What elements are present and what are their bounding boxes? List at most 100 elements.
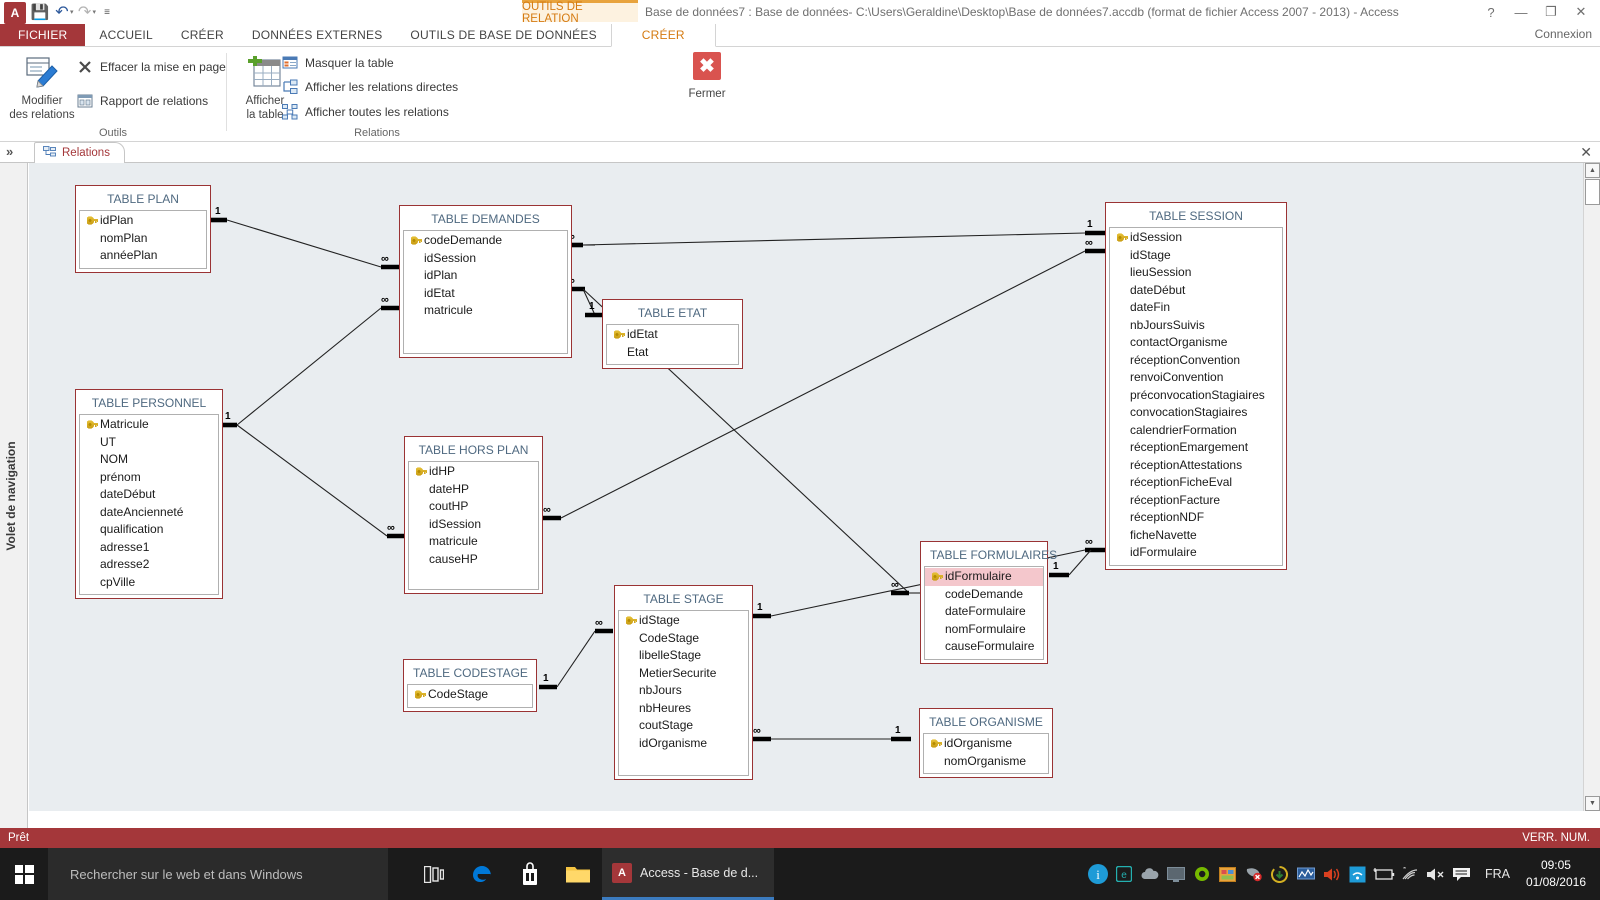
antivirus-icon[interactable] — [1241, 848, 1267, 900]
taskbar-app-access[interactable]: A Access - Base de d... — [602, 848, 775, 900]
table-field[interactable]: causeHP — [409, 551, 538, 569]
message-icon[interactable] — [1449, 848, 1475, 900]
table-field[interactable]: réceptionFicheEval — [1110, 474, 1282, 492]
tab-donnees-externes[interactable]: DONNÉES EXTERNES — [238, 24, 397, 46]
table-field[interactable]: idSession — [409, 516, 538, 534]
navigation-pane[interactable]: Volet de navigation — [0, 163, 28, 828]
table-field[interactable]: préconvocationStagiaires — [1110, 387, 1282, 405]
language-indicator[interactable]: FRA — [1475, 867, 1520, 881]
table-box[interactable]: TABLE ETAT idEtat Etat — [602, 299, 743, 369]
table-field[interactable]: renvoiConvention — [1110, 369, 1282, 387]
table-field[interactable]: idStage — [1110, 247, 1282, 265]
table-box[interactable]: TABLE STAGE idStage CodeStage libelleStage M… — [614, 585, 753, 780]
close-icon[interactable]: ✕ — [1566, 1, 1596, 23]
tab-accueil[interactable]: ACCUEIL — [85, 24, 166, 46]
onedrive-icon[interactable] — [1137, 848, 1163, 900]
table-field[interactable]: Etat — [607, 344, 738, 362]
store-icon[interactable] — [506, 848, 554, 900]
table-field[interactable]: adresse1 — [80, 539, 218, 557]
table-field[interactable]: matricule — [409, 533, 538, 551]
tab-creer[interactable]: CRÉER — [167, 24, 238, 46]
nvidia-icon[interactable] — [1189, 848, 1215, 900]
photos-icon[interactable] — [1215, 848, 1241, 900]
table-field[interactable]: idEtat — [404, 285, 567, 303]
table-field[interactable]: prénom — [80, 469, 218, 487]
table-field[interactable]: réceptionNDF — [1110, 509, 1282, 527]
table-box[interactable]: TABLE PERSONNEL Matricule UT NOM prénom dateD… — [75, 389, 223, 599]
table-field[interactable]: libelleStage — [619, 647, 748, 665]
table-box[interactable]: TABLE FORMULAIRES idFormulaire codeDemande… — [920, 541, 1057, 664]
table-field[interactable]: idEtat — [607, 326, 738, 344]
table-field[interactable]: idSession — [1110, 229, 1282, 247]
connexion-link[interactable]: Connexion — [1535, 27, 1592, 41]
table-field[interactable]: nbJours — [619, 682, 748, 700]
table-field[interactable]: réceptionFacture — [1110, 492, 1282, 510]
display-icon[interactable] — [1163, 848, 1189, 900]
afficher-relations-directes-button[interactable]: Afficher les relations directes — [281, 78, 458, 96]
table-field[interactable]: idPlan — [80, 212, 206, 230]
table-field[interactable]: dateDébut — [1110, 282, 1282, 300]
table-field[interactable]: idFormulaire — [1110, 544, 1282, 562]
table-field[interactable]: coutHP — [409, 498, 538, 516]
table-field[interactable]: matricule — [404, 302, 567, 320]
table-field[interactable]: UT — [80, 434, 218, 452]
table-field[interactable]: idOrganisme — [924, 735, 1048, 753]
rapport-de-relations-button[interactable]: Rapport de relations — [76, 92, 208, 110]
table-field[interactable]: Matricule — [80, 416, 218, 434]
tab-creer-contextual[interactable]: CRÉER — [610, 24, 716, 47]
edge-tray-icon[interactable]: e — [1111, 848, 1137, 900]
table-field[interactable]: nomPlan — [80, 230, 206, 248]
table-field[interactable]: qualification — [80, 521, 218, 539]
table-box[interactable]: TABLE SESSION idSession idStage lieuSession… — [1105, 202, 1287, 570]
table-field[interactable]: adresse2 — [80, 556, 218, 574]
help-icon[interactable]: ? — [1476, 1, 1506, 23]
table-box[interactable]: TABLE CODESTAGE CodeStage — [403, 659, 537, 712]
update-icon[interactable] — [1267, 848, 1293, 900]
table-field[interactable]: réceptionAttestations — [1110, 457, 1282, 475]
table-field[interactable]: nomFormulaire — [925, 621, 1043, 639]
modifier-des-relations-button[interactable]: Modifier des relations — [4, 52, 80, 123]
table-field[interactable]: dateDébut — [80, 486, 218, 504]
table-field[interactable]: CodeStage — [408, 686, 532, 704]
table-field[interactable]: calendrierFormation — [1110, 422, 1282, 440]
table-field[interactable]: réceptionConvention — [1110, 352, 1282, 370]
action-center-icon[interactable]: i — [1085, 848, 1111, 900]
afficher-toutes-relations-button[interactable]: Afficher toutes les relations — [281, 103, 449, 121]
restore-icon[interactable]: ❐ — [1536, 1, 1566, 23]
table-field[interactable]: NOM — [80, 451, 218, 469]
table-field[interactable]: convocationStagiaires — [1110, 404, 1282, 422]
table-field[interactable]: dateAncienneté — [80, 504, 218, 522]
table-field[interactable]: codeDemande — [404, 232, 567, 250]
table-box[interactable]: TABLE HORS PLAN idHP dateHP coutHP idSession… — [404, 436, 543, 594]
table-field[interactable]: idSession — [404, 250, 567, 268]
battery-icon[interactable] — [1371, 848, 1397, 900]
customize-icon[interactable]: ≡ — [96, 1, 118, 23]
clock[interactable]: 09:05 01/08/2016 — [1520, 857, 1600, 891]
table-field[interactable]: coutStage — [619, 717, 748, 735]
table-field[interactable]: cpVille — [80, 574, 218, 592]
table-field[interactable]: dateFin — [1110, 299, 1282, 317]
search-input[interactable]: Rechercher sur le web et dans Windows — [48, 848, 388, 900]
table-field[interactable]: annéePlan — [80, 247, 206, 265]
table-field[interactable]: idStage — [619, 612, 748, 630]
minimize-icon[interactable]: — — [1506, 1, 1536, 23]
table-field[interactable]: causeFormulaire — [925, 638, 1043, 656]
table-field[interactable]: MetierSecurite — [619, 665, 748, 683]
start-icon[interactable] — [0, 848, 48, 900]
scroll-down-icon[interactable]: ▼ — [1585, 796, 1600, 811]
table-field[interactable]: lieuSession — [1110, 264, 1282, 282]
tab-fichier[interactable]: FICHIER — [0, 24, 86, 46]
effacer-la-mise-en-page-button[interactable]: Effacer la mise en page — [76, 58, 226, 76]
wifi-blue-icon[interactable] — [1345, 848, 1371, 900]
table-field-selected[interactable]: idFormulaire — [925, 568, 1043, 586]
vertical-scrollbar[interactable]: ▲ ▼ — [1583, 163, 1600, 811]
close-document-icon[interactable]: ✕ — [1580, 144, 1592, 161]
doc-tab-relations[interactable]: Relations — [34, 142, 125, 163]
relationships-canvas[interactable]: 1 ∞ 1 ∞ ∞ ∞ 1 1 ∞ ∞ ∞ ∞ — [29, 163, 1583, 811]
table-box[interactable]: TABLE DEMANDES codeDemande idSession idPlan… — [399, 205, 572, 358]
fermer-button[interactable]: ✖ Fermer — [679, 52, 735, 100]
table-box[interactable]: TABLE ORGANISME idOrganisme nomOrganisme — [919, 708, 1053, 778]
table-field[interactable]: ficheNavette — [1110, 527, 1282, 545]
save-icon[interactable]: 💾 — [29, 1, 51, 23]
table-field[interactable]: nomOrganisme — [924, 753, 1048, 771]
